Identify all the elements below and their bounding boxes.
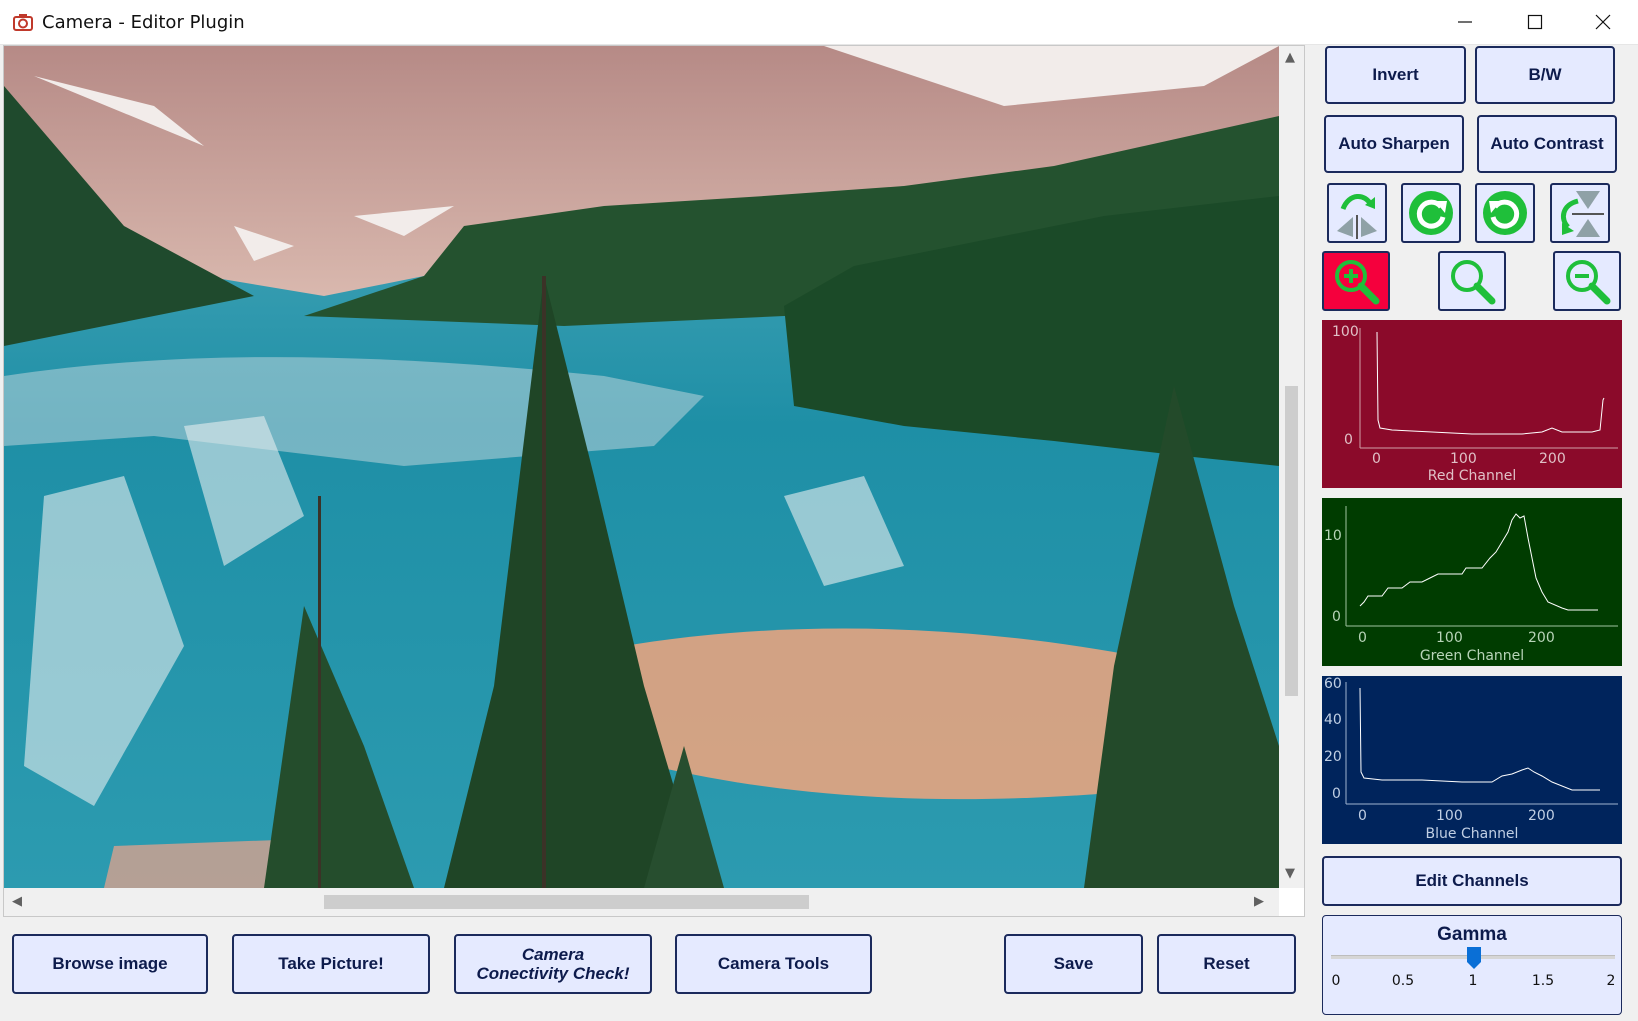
gamma-tick-0-5: 0.5 (1391, 973, 1415, 989)
red-xtick-0: 0 (1372, 451, 1381, 467)
blue-xtick-200: 200 (1528, 808, 1555, 824)
green-channel-histogram: 10 0 0 100 200 Green Channel (1322, 498, 1622, 666)
scroll-down-icon[interactable]: ▼ (1285, 866, 1295, 881)
green-ytick-0: 0 (1332, 609, 1341, 625)
landscape-photo (4, 46, 1279, 888)
close-button[interactable] (1568, 0, 1638, 44)
blue-channel-label: Blue Channel (1426, 826, 1519, 842)
minimize-button[interactable] (1430, 0, 1500, 44)
camera-app-icon (13, 14, 33, 31)
flip-horizontal-icon (1337, 194, 1377, 239)
zoom-out-button[interactable] (1553, 251, 1621, 311)
reset-button[interactable]: Reset (1157, 934, 1296, 994)
title-bar: Camera - Editor Plugin (0, 0, 1638, 45)
take-picture-button[interactable]: Take Picture! (232, 934, 430, 994)
auto-sharpen-button[interactable]: Auto Sharpen (1324, 115, 1464, 173)
horizontal-scrollbar[interactable]: ◀ ▶ (4, 888, 1279, 916)
zoom-icon (1451, 260, 1496, 305)
vertical-scroll-thumb[interactable] (1285, 386, 1298, 696)
blue-ytick-60: 60 (1324, 676, 1342, 692)
gamma-panel: Gamma 0 0.5 1 1.5 2 (1322, 915, 1622, 1015)
edit-channels-button[interactable]: Edit Channels (1322, 856, 1622, 906)
rotate-counterclockwise-icon (1483, 191, 1527, 235)
red-channel-label: Red Channel (1428, 468, 1517, 484)
scroll-right-icon[interactable]: ▶ (1254, 894, 1264, 909)
minimize-icon (1458, 21, 1472, 23)
window-title: Camera - Editor Plugin (42, 12, 245, 33)
save-button[interactable]: Save (1004, 934, 1143, 994)
blue-ytick-0: 0 (1332, 786, 1341, 802)
close-icon (1595, 14, 1611, 30)
scroll-left-icon[interactable]: ◀ (12, 894, 22, 909)
blue-xtick-100: 100 (1436, 808, 1463, 824)
image-viewer: ▲ ▼ ◀ ▶ (3, 45, 1305, 917)
green-xtick-200: 200 (1528, 630, 1555, 646)
zoom-in-button[interactable] (1322, 251, 1390, 311)
flip-horizontal-button[interactable] (1327, 183, 1387, 243)
red-ytick-100: 100 (1332, 324, 1359, 340)
horizontal-scroll-thumb[interactable] (324, 895, 809, 909)
camera-tools-button[interactable]: Camera Tools (675, 934, 872, 994)
auto-contrast-button[interactable]: Auto Contrast (1477, 115, 1617, 173)
gamma-tick-2: 2 (1606, 973, 1616, 989)
green-channel-label: Green Channel (1420, 648, 1524, 664)
zoom-in-icon (1335, 260, 1380, 305)
zoom-reset-button[interactable] (1438, 251, 1506, 311)
gamma-tick-0: 0 (1331, 973, 1341, 989)
rotate-clockwise-button[interactable] (1401, 183, 1461, 243)
photo-canvas[interactable] (4, 46, 1279, 888)
blue-xtick-0: 0 (1358, 808, 1367, 824)
bw-button[interactable]: B/W (1475, 46, 1615, 104)
browse-image-button[interactable]: Browse image (12, 934, 208, 994)
red-channel-histogram: 100 0 0 100 200 Red Channel (1322, 320, 1622, 488)
maximize-button[interactable] (1500, 0, 1570, 44)
gamma-slider-thumb[interactable] (1466, 947, 1481, 969)
vertical-scrollbar[interactable]: ▲ ▼ (1279, 46, 1304, 888)
green-xtick-100: 100 (1436, 630, 1463, 646)
scroll-up-icon[interactable]: ▲ (1285, 50, 1295, 65)
red-ytick-0: 0 (1344, 432, 1353, 448)
blue-channel-histogram: 60 40 20 0 0 100 200 Blue Channel (1322, 676, 1622, 844)
invert-button[interactable]: Invert (1325, 46, 1466, 104)
rotate-counterclockwise-button[interactable] (1475, 183, 1535, 243)
connectivity-line-1: Camera (521, 945, 585, 964)
zoom-out-icon (1566, 260, 1611, 305)
connectivity-check-button[interactable]: Camera Conectivity Check! (454, 934, 652, 994)
rotate-clockwise-icon (1409, 191, 1453, 235)
green-ytick-10: 10 (1324, 528, 1342, 544)
flip-vertical-icon (1560, 191, 1604, 237)
maximize-icon (1527, 14, 1543, 30)
green-xtick-0: 0 (1358, 630, 1367, 646)
gamma-tick-1: 1 (1468, 973, 1478, 989)
blue-ytick-40: 40 (1324, 712, 1342, 728)
gamma-title: Gamma (1437, 924, 1507, 945)
red-xtick-100: 100 (1450, 451, 1477, 467)
blue-ytick-20: 20 (1324, 749, 1342, 765)
connectivity-line-2: Conectivity Check! (476, 964, 630, 983)
red-xtick-200: 200 (1539, 451, 1566, 467)
flip-vertical-button[interactable] (1550, 183, 1610, 243)
gamma-tick-1-5: 1.5 (1531, 973, 1555, 989)
